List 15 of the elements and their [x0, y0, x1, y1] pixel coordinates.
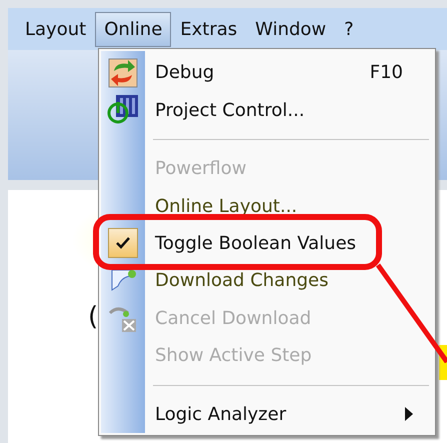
sync-arrows-icon: [108, 58, 138, 88]
canvas-text: (: [88, 302, 98, 332]
menu-bar-item[interactable]: ?: [335, 12, 363, 46]
menu-bar-item[interactable]: Extras: [171, 12, 246, 46]
power-icon: [106, 94, 140, 126]
menu-bar-item[interactable]: Online: [95, 12, 172, 46]
menu-item[interactable]: Project Control...: [101, 91, 433, 129]
menu-item[interactable]: Toggle Boolean Values: [101, 224, 433, 262]
menu-item[interactable]: Debug F10: [101, 54, 433, 92]
menu-item[interactable]: Logic Analyzer: [101, 396, 433, 433]
menu-item[interactable]: Download Changes: [101, 262, 433, 300]
submenu-arrow-icon: [405, 407, 413, 422]
menu-bar-item[interactable]: Window: [246, 12, 336, 46]
menu-item[interactable]: Online Layout...: [101, 187, 433, 225]
menu-bar-item[interactable]: Layout: [16, 12, 96, 46]
